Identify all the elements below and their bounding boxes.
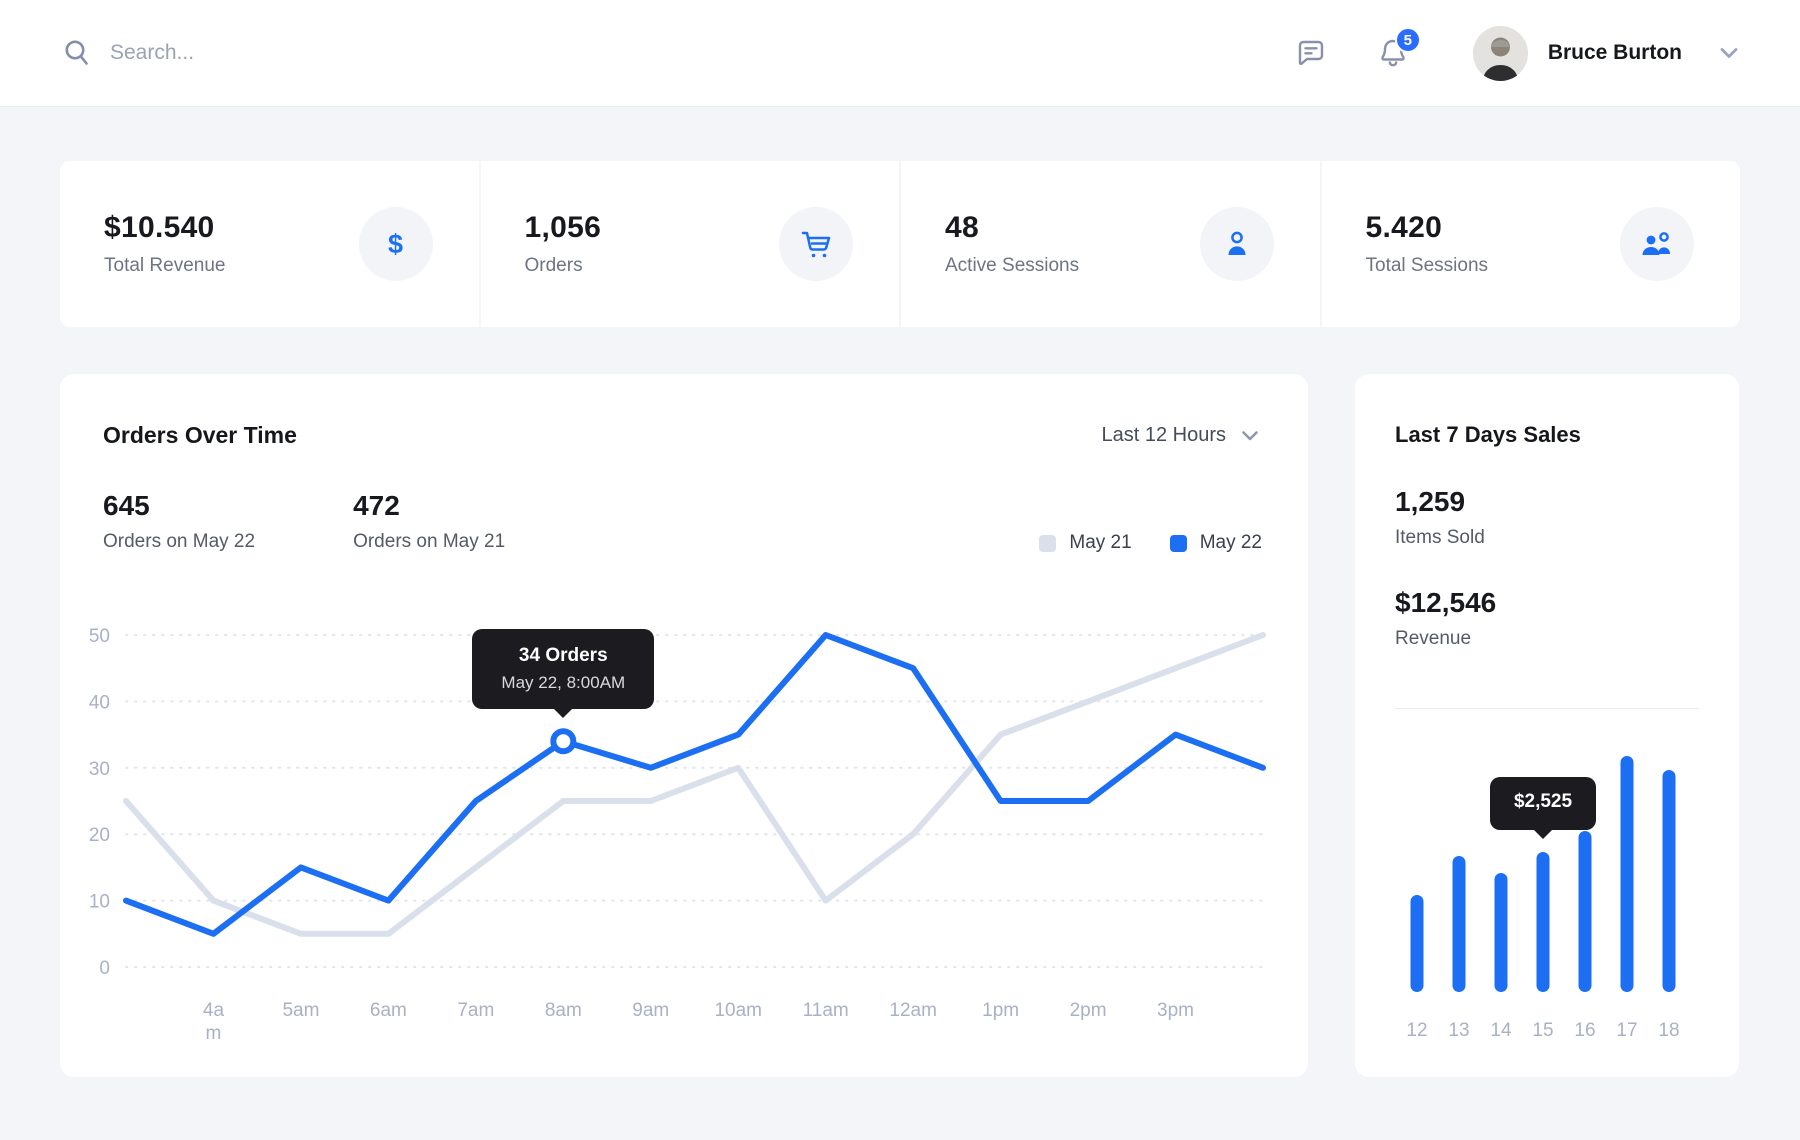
avatar[interactable] xyxy=(1473,26,1528,81)
orders-stat-may22: 645 Orders on May 22 xyxy=(103,490,255,553)
chart-tooltip: 34 Orders May 22, 8:00AM xyxy=(472,629,654,709)
tooltip-value: 34 Orders xyxy=(472,645,654,667)
time-range-label: Last 12 Hours xyxy=(1101,424,1226,447)
legend-label: May 21 xyxy=(1069,532,1131,554)
sales-bar-chart: 12 13 14 15 16 17 18 xyxy=(1355,724,1739,1054)
legend-swatch xyxy=(1170,535,1187,552)
legend-label: May 22 xyxy=(1200,532,1262,554)
time-range-dropdown[interactable]: Last 12 Hours xyxy=(1101,424,1262,448)
svg-text:20: 20 xyxy=(89,825,110,846)
legend-item-may22[interactable]: May 22 xyxy=(1170,532,1262,554)
legend-swatch xyxy=(1039,535,1056,552)
svg-text:12am: 12am xyxy=(889,1000,937,1021)
stat-value: $10.540 xyxy=(104,211,225,245)
svg-text:6am: 6am xyxy=(370,1000,407,1021)
chat-icon xyxy=(1294,36,1328,70)
tooltip-value: $2,525 xyxy=(1490,791,1596,813)
svg-text:0: 0 xyxy=(99,958,110,979)
stat-card-orders: 1,056 Orders xyxy=(481,161,900,327)
svg-text:2pm: 2pm xyxy=(1070,1000,1107,1021)
users-icon xyxy=(1620,207,1694,281)
revenue-stat: $12,546 Revenue xyxy=(1395,587,1699,650)
chat-button[interactable] xyxy=(1293,35,1329,71)
top-bar-actions: 5 Bruce Burton xyxy=(1293,26,1742,81)
svg-text:17: 17 xyxy=(1616,1020,1637,1041)
svg-text:10: 10 xyxy=(89,892,110,913)
svg-text:13: 13 xyxy=(1448,1020,1469,1041)
svg-text:14: 14 xyxy=(1490,1020,1512,1041)
top-bar: 5 Bruce Burton xyxy=(0,0,1800,107)
notifications-button[interactable]: 5 xyxy=(1375,35,1411,71)
cart-icon xyxy=(779,207,853,281)
svg-text:15: 15 xyxy=(1532,1020,1553,1041)
svg-text:1pm: 1pm xyxy=(982,1000,1019,1021)
orders-stat-may21: 472 Orders on May 21 xyxy=(353,490,505,553)
stat-label: Active Sessions xyxy=(945,255,1079,277)
stat-value: 1,056 xyxy=(525,211,602,245)
stat-card-total-revenue: $10.540 Total Revenue $ xyxy=(60,161,479,327)
sales-panel-title: Last 7 Days Sales xyxy=(1395,422,1699,448)
stat-label: Total Sessions xyxy=(1366,255,1489,277)
notification-badge: 5 xyxy=(1395,27,1421,53)
svg-text:8am: 8am xyxy=(545,1000,582,1021)
svg-text:9am: 9am xyxy=(632,1000,669,1021)
divider xyxy=(1395,708,1699,709)
last-7-days-sales-card: Last 7 Days Sales 1,259 Items Sold $12,5… xyxy=(1355,374,1739,1077)
orders-line-chart-area[interactable]: 0 10 20 30 40 50 4am 5am 6am 7am 8am 9am 10am 11am 12a… xyxy=(60,604,1308,1074)
chart-legend: May 21 May 22 xyxy=(1039,532,1262,554)
search-icon xyxy=(62,38,92,68)
stat-card-active-sessions: 48 Active Sessions xyxy=(901,161,1320,327)
stat-label: Items Sold xyxy=(1395,527,1699,549)
stat-value: $12,546 xyxy=(1395,587,1699,619)
svg-text:5am: 5am xyxy=(282,1000,319,1021)
user-icon xyxy=(1200,207,1274,281)
orders-chart-title: Orders Over Time xyxy=(103,422,297,449)
svg-text:16: 16 xyxy=(1574,1020,1595,1041)
svg-text:3pm: 3pm xyxy=(1157,1000,1194,1021)
svg-text:50: 50 xyxy=(89,626,110,647)
chevron-down-icon xyxy=(1238,424,1262,448)
chevron-down-icon[interactable] xyxy=(1716,40,1742,66)
user-name: Bruce Burton xyxy=(1548,41,1682,65)
svg-text:4am: 4am xyxy=(203,1000,225,1044)
stat-label: Orders on May 22 xyxy=(103,531,255,553)
sales-bar-chart-area[interactable]: 12 13 14 15 16 17 18 $2,525 xyxy=(1355,724,1739,1054)
stat-card-total-sessions: 5.420 Total Sessions xyxy=(1322,161,1741,327)
legend-item-may21[interactable]: May 21 xyxy=(1039,532,1131,554)
stat-value: 48 xyxy=(945,211,1079,245)
dashboard-page: 5 Bruce Burton $10.540 Total Revenue xyxy=(0,0,1800,1140)
svg-text:11am: 11am xyxy=(803,1000,849,1021)
search-bar xyxy=(62,38,1293,68)
svg-text:18: 18 xyxy=(1658,1020,1679,1041)
svg-text:12: 12 xyxy=(1406,1020,1427,1041)
svg-text:10am: 10am xyxy=(714,1000,762,1021)
svg-text:7am: 7am xyxy=(457,1000,494,1021)
dollar-icon: $ xyxy=(359,207,433,281)
stat-label: Revenue xyxy=(1395,628,1699,650)
orders-over-time-card: Orders Over Time Last 12 Hours 645 Order… xyxy=(60,374,1308,1077)
search-input[interactable] xyxy=(110,41,610,65)
items-sold-stat: 1,259 Items Sold xyxy=(1395,486,1699,549)
tooltip-date: May 22, 8:00AM xyxy=(472,673,654,693)
svg-text:30: 30 xyxy=(89,759,110,780)
svg-text:40: 40 xyxy=(89,692,110,713)
stats-row: $10.540 Total Revenue $ 1,056 Orders xyxy=(60,161,1740,327)
stat-label: Total Revenue xyxy=(104,255,225,277)
stat-value: 472 xyxy=(353,490,505,522)
stat-value: 5.420 xyxy=(1366,211,1489,245)
chart-tooltip: $2,525 xyxy=(1490,777,1596,830)
stat-label: Orders on May 21 xyxy=(353,531,505,553)
stat-value: 645 xyxy=(103,490,255,522)
orders-line-chart: 0 10 20 30 40 50 4am 5am 6am 7am 8am 9am 10am 11am 12a… xyxy=(60,604,1308,1074)
stat-label: Orders xyxy=(525,255,602,277)
stat-value: 1,259 xyxy=(1395,486,1699,518)
